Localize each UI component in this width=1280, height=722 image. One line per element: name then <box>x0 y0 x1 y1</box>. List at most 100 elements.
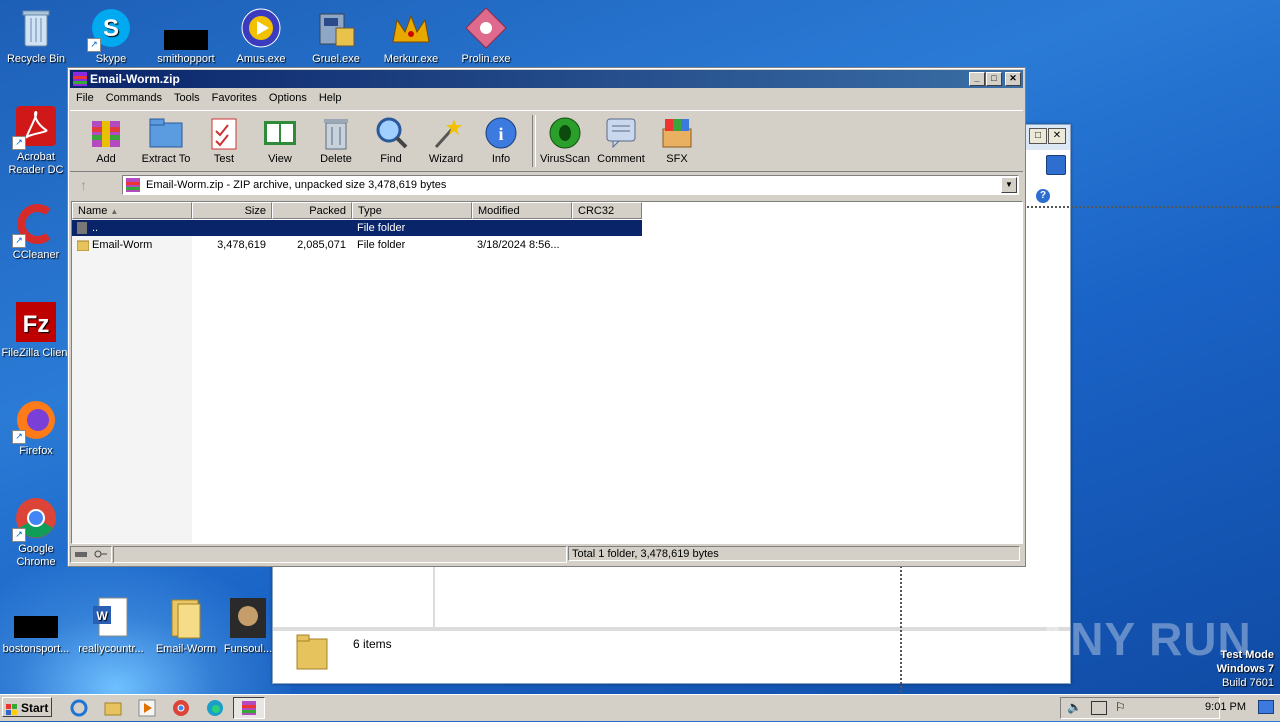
email-worm-folder-icon[interactable]: Email-Worm <box>150 596 222 656</box>
table-row[interactable]: Email-Worm 3,478,619 2,085,071 File fold… <box>72 237 642 253</box>
bostonsport-icon[interactable]: bostonsport... <box>0 596 72 656</box>
table-row[interactable]: .. File folder <box>72 220 642 236</box>
merkur-exe-icon[interactable]: Merkur.exe <box>375 6 447 66</box>
menu-file[interactable]: File <box>70 89 100 104</box>
tool-label: Wizard <box>428 153 464 165</box>
toolbar: Add Extract To Test View Delete Find Wiz… <box>70 110 1023 172</box>
svg-text:W: W <box>96 609 108 623</box>
close-button[interactable]: ✕ <box>1048 128 1066 144</box>
column-header-type[interactable]: Type <box>352 202 472 219</box>
column-header-size[interactable]: Size <box>192 202 272 219</box>
extract-to-button[interactable]: Extract To <box>138 113 194 165</box>
taskbar: Start 🔈 ⚐ 9:01 PM <box>0 694 1280 721</box>
chrome-taskbar-icon[interactable] <box>172 699 190 717</box>
speaker-icon[interactable]: 🔈 <box>1067 700 1082 714</box>
acrobat-reader-icon[interactable]: ↗ Acrobat Reader DC <box>0 104 72 177</box>
maximize-button[interactable]: □ <box>986 72 1002 86</box>
icon-label: CCleaner <box>12 249 60 261</box>
ie-icon[interactable] <box>70 699 88 717</box>
winrar-taskbar-button[interactable] <box>233 697 265 719</box>
column-header-crc32[interactable]: CRC32 <box>572 202 642 219</box>
chevron-down-icon[interactable]: ▼ <box>1001 177 1017 193</box>
amus-exe-icon[interactable]: Amus.exe <box>225 6 297 66</box>
prolin-exe-icon[interactable]: Prolin.exe <box>450 6 522 66</box>
test-button[interactable]: Test <box>196 113 252 165</box>
row-modified: 3/18/2024 8:56... <box>477 239 560 251</box>
find-button[interactable]: Find <box>363 113 419 165</box>
window-title: Email-Worm.zip <box>90 72 180 86</box>
column-header-name[interactable]: Name ▲ <box>72 202 192 219</box>
add-button[interactable]: Add <box>78 113 134 165</box>
clock[interactable]: 9:01 PM <box>1205 698 1246 716</box>
start-button[interactable]: Start <box>2 697 52 717</box>
row-name: .. <box>92 222 99 234</box>
name-column-shade <box>72 219 192 543</box>
svg-text:i: i <box>498 124 503 144</box>
firefox-icon[interactable]: ↗ Firefox <box>0 398 72 458</box>
menu-options[interactable]: Options <box>263 89 313 104</box>
comment-button[interactable]: Comment <box>593 113 649 165</box>
delete-button[interactable]: Delete <box>308 113 364 165</box>
maximize-button[interactable]: □ <box>1029 128 1047 144</box>
windows-flag-icon <box>6 702 18 715</box>
close-button[interactable]: ✕ <box>1005 72 1021 86</box>
test-icon <box>206 115 242 151</box>
recycle-bin-icon[interactable]: Recycle Bin <box>0 6 72 66</box>
funsoul-icon[interactable]: Funsoul... <box>218 596 278 656</box>
winrar-window[interactable]: Email-Worm.zip _ □ ✕ File Commands Tools Fa… <box>67 67 1026 567</box>
sort-asc-icon: ▲ <box>110 207 119 216</box>
info-button[interactable]: i Info <box>473 113 529 165</box>
file-list[interactable]: Name ▲ Size Packed Type Modified CRC32 .… <box>71 201 1023 544</box>
minimize-button[interactable]: _ <box>969 72 985 86</box>
ccleaner-icon[interactable]: ↗ CCleaner <box>0 202 72 262</box>
row-size: 3,478,619 <box>217 239 266 251</box>
tool-label: Test <box>213 153 235 165</box>
tool-label: Find <box>380 153 402 165</box>
edge-icon[interactable] <box>206 699 224 717</box>
status-bar: Total 1 folder, 3,478,619 bytes <box>70 545 1023 563</box>
details-separator <box>273 627 1070 631</box>
tool-label: VirusScan <box>540 153 590 165</box>
icon-label: Firefox <box>19 445 53 457</box>
wizard-button[interactable]: Wizard <box>418 113 474 165</box>
folder-icon <box>77 239 89 251</box>
sfx-button[interactable]: SFX <box>649 113 705 165</box>
tool-label: Add <box>96 153 116 165</box>
up-arrow-icon[interactable]: ↑ <box>80 177 87 193</box>
tool-label: Info <box>491 153 511 165</box>
menu-favorites[interactable]: Favorites <box>206 89 263 104</box>
address-row: ↑ Email-Worm.zip - ZIP archive, unpacked… <box>70 172 1023 198</box>
pane-divider <box>433 565 435 627</box>
title-bar[interactable]: Email-Worm.zip _ □ ✕ <box>70 70 1023 88</box>
help-icon[interactable]: ? <box>1036 189 1050 203</box>
flag-icon[interactable]: ⚐ <box>1115 700 1126 714</box>
search-icon[interactable] <box>1046 155 1066 175</box>
watermark-line: Windows 7 <box>1216 663 1274 675</box>
explorer-icon[interactable] <box>104 699 122 717</box>
address-field[interactable]: Email-Worm.zip - ZIP archive, unpacked s… <box>122 175 1019 195</box>
icon-label: Email-Worm <box>155 643 217 655</box>
reallycountr-icon[interactable]: W reallycountr... <box>75 596 147 656</box>
virusscan-button[interactable]: VirusScan <box>537 113 593 165</box>
find-icon <box>373 115 409 151</box>
folder-icon <box>295 633 331 671</box>
media-player-icon[interactable] <box>138 699 156 717</box>
chrome-icon[interactable]: ↗ Google Chrome <box>0 496 72 569</box>
smithopport-icon[interactable]: smithopport <box>150 6 222 66</box>
column-header-modified[interactable]: Modified <box>472 202 572 219</box>
filezilla-icon[interactable]: Fz FileZilla Client <box>0 300 72 360</box>
info-icon: i <box>483 115 519 151</box>
start-label: Start <box>21 701 49 715</box>
icon-label: Funsoul... <box>223 643 273 655</box>
column-header-packed[interactable]: Packed <box>272 202 352 219</box>
drive-key-icons[interactable] <box>70 546 112 563</box>
gruel-exe-icon[interactable]: Gruel.exe <box>300 6 372 66</box>
menu-help[interactable]: Help <box>313 89 348 104</box>
view-button[interactable]: View <box>252 113 308 165</box>
menu-tools[interactable]: Tools <box>168 89 206 104</box>
skype-icon[interactable]: S ↗ Skype <box>75 6 147 66</box>
show-desktop-icon[interactable] <box>1258 700 1274 714</box>
menu-commands[interactable]: Commands <box>100 89 168 104</box>
items-count: 6 items <box>353 637 392 651</box>
network-icon[interactable] <box>1091 701 1107 715</box>
